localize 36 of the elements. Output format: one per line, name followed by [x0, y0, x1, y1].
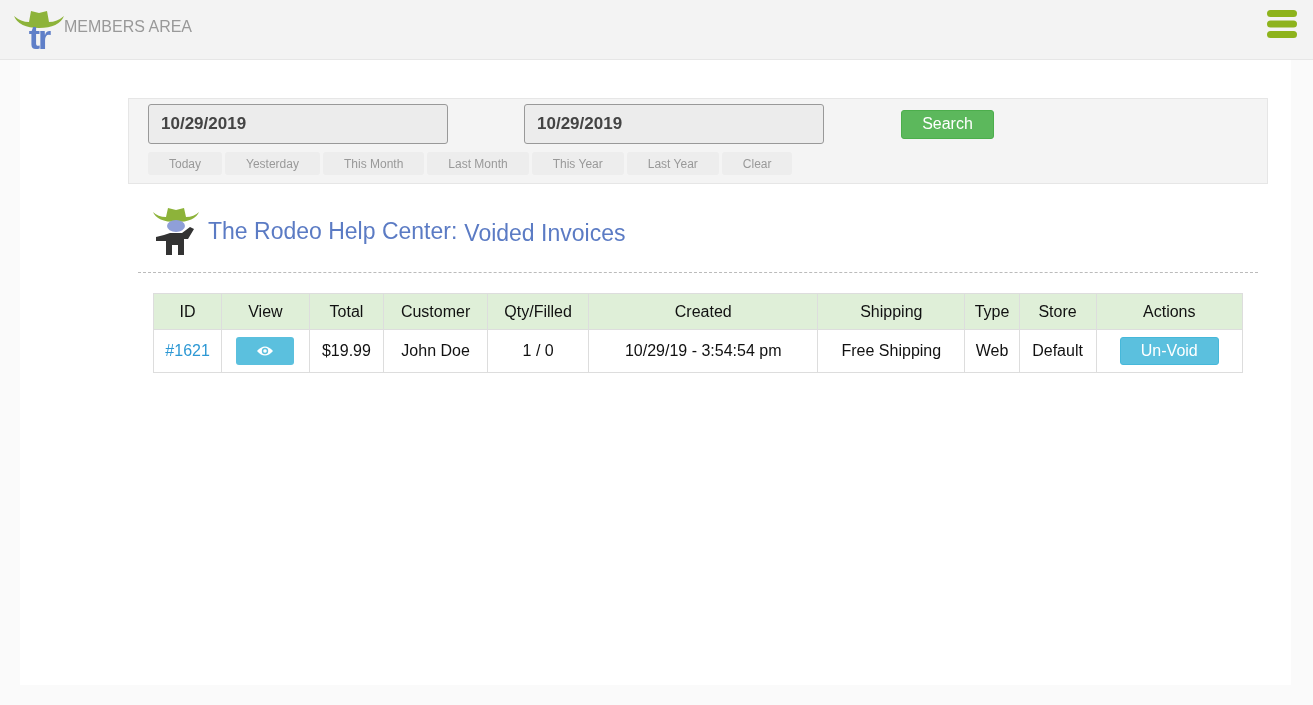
search-button[interactable]: Search: [901, 109, 994, 139]
menu-icon[interactable]: [1267, 7, 1297, 40]
cowboy-logo-icon: [152, 207, 200, 255]
date-preset-button[interactable]: This Year: [531, 152, 624, 175]
unvoid-button[interactable]: Un-Void: [1119, 337, 1219, 365]
table-cell: 1 / 0: [487, 329, 589, 373]
table-cell: Web: [964, 329, 1019, 373]
table-cell: John Doe: [383, 329, 488, 373]
column-header: Total: [309, 293, 384, 330]
column-header: Customer: [383, 293, 488, 330]
view-button[interactable]: [236, 337, 295, 365]
table-cell: Default: [1019, 329, 1097, 373]
date-from-field[interactable]: 10/29/2019: [148, 104, 448, 144]
column-header: ID: [153, 293, 222, 330]
table-cell: Free Shipping: [817, 329, 965, 373]
column-header: Actions: [1096, 293, 1243, 330]
date-preset-button[interactable]: Yesterday: [225, 152, 320, 175]
column-header: Shipping: [817, 293, 965, 330]
column-header: Type: [964, 293, 1019, 330]
date-to-field[interactable]: 10/29/2019: [524, 104, 824, 144]
date-preset-button[interactable]: Last Month: [427, 152, 529, 175]
logo-text: tr: [28, 21, 50, 52]
site-title: The Rodeo Help Center:: [208, 217, 458, 245]
column-header: View: [221, 293, 310, 330]
date-preset-button[interactable]: Last Year: [626, 152, 719, 175]
date-preset-button[interactable]: This Month: [322, 152, 425, 175]
table-cell: $19.99: [309, 329, 384, 373]
date-preset-button[interactable]: Clear: [721, 152, 793, 175]
eye-icon: [256, 345, 275, 357]
column-header: Qty/Filled: [487, 293, 589, 330]
date-preset-button[interactable]: Today: [148, 152, 223, 175]
header-title: MEMBERS AREA: [64, 17, 193, 36]
column-header: Created: [588, 293, 818, 330]
column-header: Store: [1019, 293, 1097, 330]
page-title: Voided Invoices: [464, 219, 626, 247]
table-cell: 10/29/19 - 3:54:54 pm: [588, 329, 818, 373]
